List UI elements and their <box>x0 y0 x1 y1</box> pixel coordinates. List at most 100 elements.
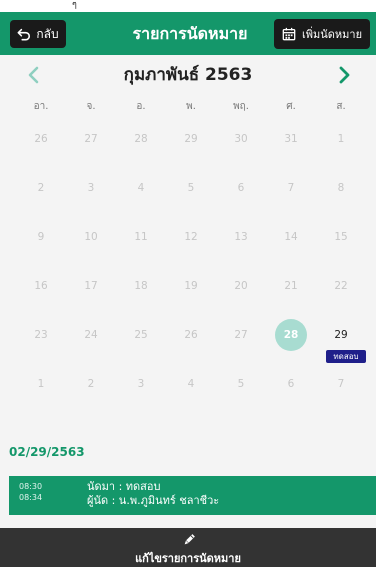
calendar-day[interactable]: 1 <box>316 119 366 168</box>
weekday-label: ศ. <box>286 101 296 112</box>
day-number: 10 <box>84 231 98 243</box>
calendar-day[interactable]: 16 <box>16 266 66 315</box>
day-number: 7 <box>337 378 345 390</box>
day-number: 18 <box>134 280 148 292</box>
calendar-day[interactable]: 7 <box>316 364 366 413</box>
day-number: 23 <box>34 329 48 341</box>
calendar-day[interactable]: 28 <box>116 119 166 168</box>
weekday-label: ส. <box>336 101 346 112</box>
calendar-day[interactable]: 1 <box>16 364 66 413</box>
day-number: 17 <box>84 280 98 292</box>
day-number: 3 <box>87 182 95 194</box>
calendar-day[interactable]: 7 <box>266 168 316 217</box>
chevron-right-icon[interactable] <box>332 63 356 87</box>
calendar-day[interactable]: 6 <box>216 168 266 217</box>
status-strip: ๆ <box>0 0 376 12</box>
chevron-left-icon[interactable] <box>22 63 46 87</box>
day-number: 2 <box>87 378 95 390</box>
calendar-day[interactable]: 29 <box>166 119 216 168</box>
calendar-icon <box>282 27 296 41</box>
appointment-times: 08:30 08:34 <box>19 481 42 503</box>
calendar-day[interactable]: 6 <box>266 364 316 413</box>
calendar-day[interactable]: 4 <box>116 168 166 217</box>
back-label: กลับ <box>36 26 59 41</box>
calendar-day[interactable]: 5 <box>216 364 266 413</box>
calendar-day[interactable]: 26 <box>166 315 216 364</box>
day-number: 24 <box>84 329 98 341</box>
calendar-day[interactable]: 25 <box>116 315 166 364</box>
day-number: 13 <box>234 231 248 243</box>
appointment-end-time: 08:34 <box>19 493 43 502</box>
event-badge[interactable]: ทดสอบ <box>326 350 366 363</box>
calendar-day[interactable]: 12 <box>166 217 216 266</box>
day-number: 8 <box>337 182 345 194</box>
day-number: 7 <box>287 182 295 194</box>
day-number: 29 <box>184 133 198 145</box>
calendar-day[interactable]: 19 <box>166 266 216 315</box>
day-number: 30 <box>234 133 248 145</box>
appointment-details: นัดมา : ทดสอบ ผู้นัด : น.พ.ภูมินทร์ ชลาช… <box>87 480 219 508</box>
add-appointment-label: เพิ่มนัดหมาย <box>301 28 363 41</box>
day-number: 5 <box>237 378 245 390</box>
calendar-day[interactable]: 15 <box>316 217 366 266</box>
day-number: 1 <box>337 133 345 145</box>
weekday-label: อา. <box>33 101 49 112</box>
calendar-day[interactable]: 22 <box>316 266 366 315</box>
calendar-grid: 26 27 28 29 30 31 1 2 3 4 5 6 7 8 9 10 11 12 13 14 15 16 17 18 1… <box>16 119 366 413</box>
day-number: 22 <box>334 280 348 292</box>
calendar-day[interactable]: 29 ทดสอบ <box>316 315 366 364</box>
calendar-day[interactable]: 27 <box>216 315 266 364</box>
edit-appointments-label: แก้ไขรายการนัดหมาย <box>135 552 241 565</box>
calendar-day[interactable]: 28 <box>266 315 316 364</box>
day-number: 14 <box>284 231 298 243</box>
calendar-day[interactable]: 3 <box>66 168 116 217</box>
day-number: 19 <box>184 280 198 292</box>
calendar-day[interactable]: 2 <box>66 364 116 413</box>
calendar-day[interactable]: 27 <box>66 119 116 168</box>
day-number: 11 <box>134 231 148 243</box>
day-number: 3 <box>137 378 145 390</box>
day-number: 9 <box>37 231 45 243</box>
day-number: 28 <box>134 133 148 145</box>
calendar-day[interactable]: 2 <box>16 168 66 217</box>
calendar-day[interactable]: 11 <box>116 217 166 266</box>
appointment-title: นัดมา : ทดสอบ <box>87 480 161 493</box>
calendar-day[interactable]: 4 <box>166 364 216 413</box>
day-number: 6 <box>287 378 295 390</box>
calendar-day[interactable]: 13 <box>216 217 266 266</box>
day-number: 27 <box>84 133 98 145</box>
day-number: 6 <box>237 182 245 194</box>
calendar-day[interactable]: 17 <box>66 266 116 315</box>
calendar-day[interactable]: 14 <box>266 217 316 266</box>
appointment-item[interactable]: 08:30 08:34 นัดมา : ทดสอบ ผู้นัด : น.พ.ภ… <box>9 476 376 515</box>
calendar-day[interactable]: 30 <box>216 119 266 168</box>
month-navigation: กุมภาพันธ์ 2563 <box>0 55 376 95</box>
day-number: 27 <box>234 329 248 341</box>
day-number: 1 <box>37 378 45 390</box>
edit-appointments-button[interactable]: แก้ไขรายการนัดหมาย <box>0 528 376 567</box>
calendar-day[interactable]: 21 <box>266 266 316 315</box>
day-number: 31 <box>284 133 298 145</box>
calendar-day[interactable]: 3 <box>116 364 166 413</box>
calendar-day[interactable]: 9 <box>16 217 66 266</box>
day-number: 29 <box>334 329 348 341</box>
calendar-day[interactable]: 18 <box>116 266 166 315</box>
day-number: 25 <box>134 329 148 341</box>
calendar-day[interactable]: 10 <box>66 217 116 266</box>
day-number: 4 <box>137 182 145 194</box>
day-number: 20 <box>234 280 248 292</box>
back-button[interactable]: กลับ <box>10 20 66 48</box>
day-number: 12 <box>184 231 198 243</box>
calendar-day[interactable]: 5 <box>166 168 216 217</box>
add-appointment-button[interactable]: เพิ่มนัดหมาย <box>274 19 370 49</box>
weekday-label: พ. <box>186 101 196 112</box>
calendar-day[interactable]: 20 <box>216 266 266 315</box>
calendar-day[interactable]: 23 <box>16 315 66 364</box>
calendar-day[interactable]: 8 <box>316 168 366 217</box>
calendar-day[interactable]: 26 <box>16 119 66 168</box>
status-mark: ๆ <box>72 0 77 10</box>
calendar-day[interactable]: 31 <box>266 119 316 168</box>
appointment-owner: ผู้นัด : น.พ.ภูมินทร์ ชลาชีวะ <box>87 494 220 507</box>
appointment-start-time: 08:30 <box>19 482 43 491</box>
calendar-day[interactable]: 24 <box>66 315 116 364</box>
